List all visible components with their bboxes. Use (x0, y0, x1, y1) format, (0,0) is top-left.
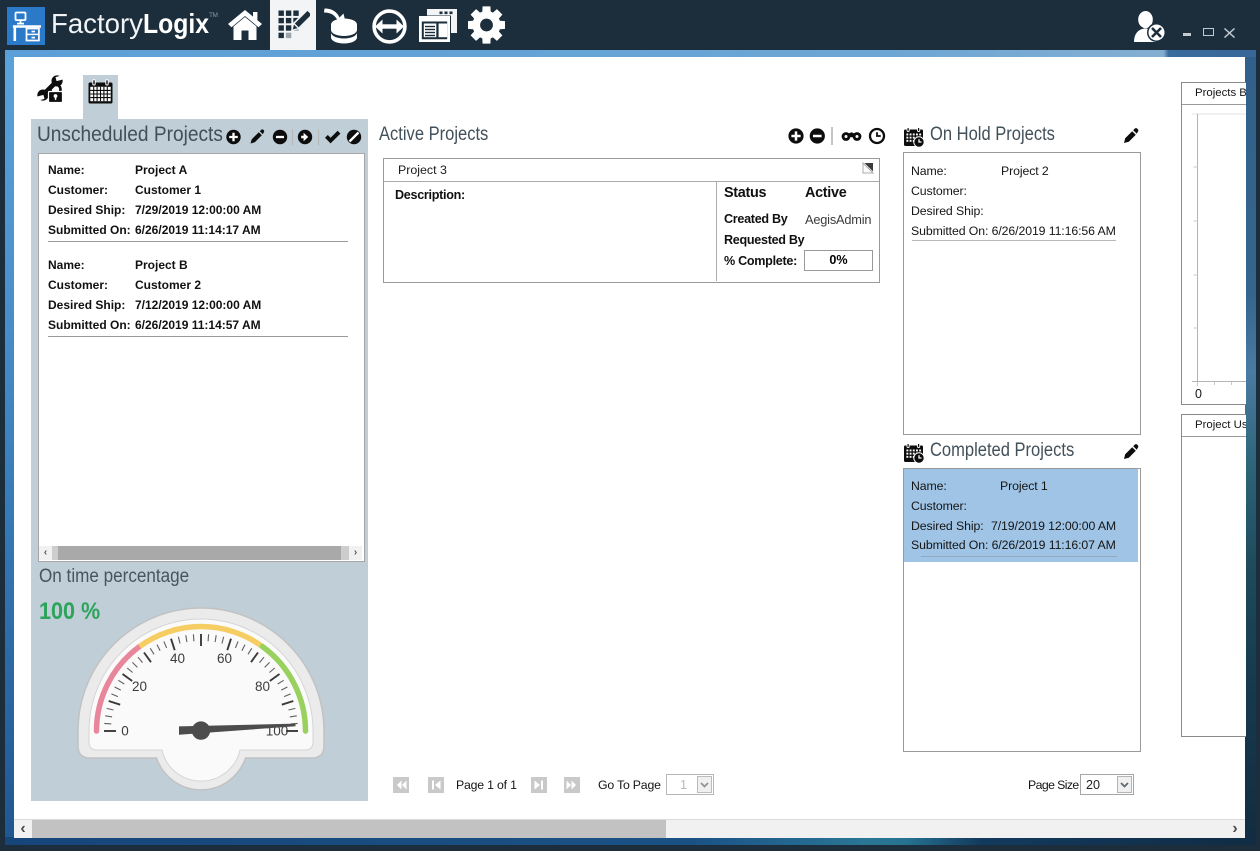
svg-text:40: 40 (170, 651, 185, 666)
svg-text:20: 20 (132, 679, 147, 694)
svg-text:60: 60 (217, 651, 232, 666)
svg-text:0: 0 (121, 724, 129, 739)
svg-text:80: 80 (255, 679, 270, 694)
